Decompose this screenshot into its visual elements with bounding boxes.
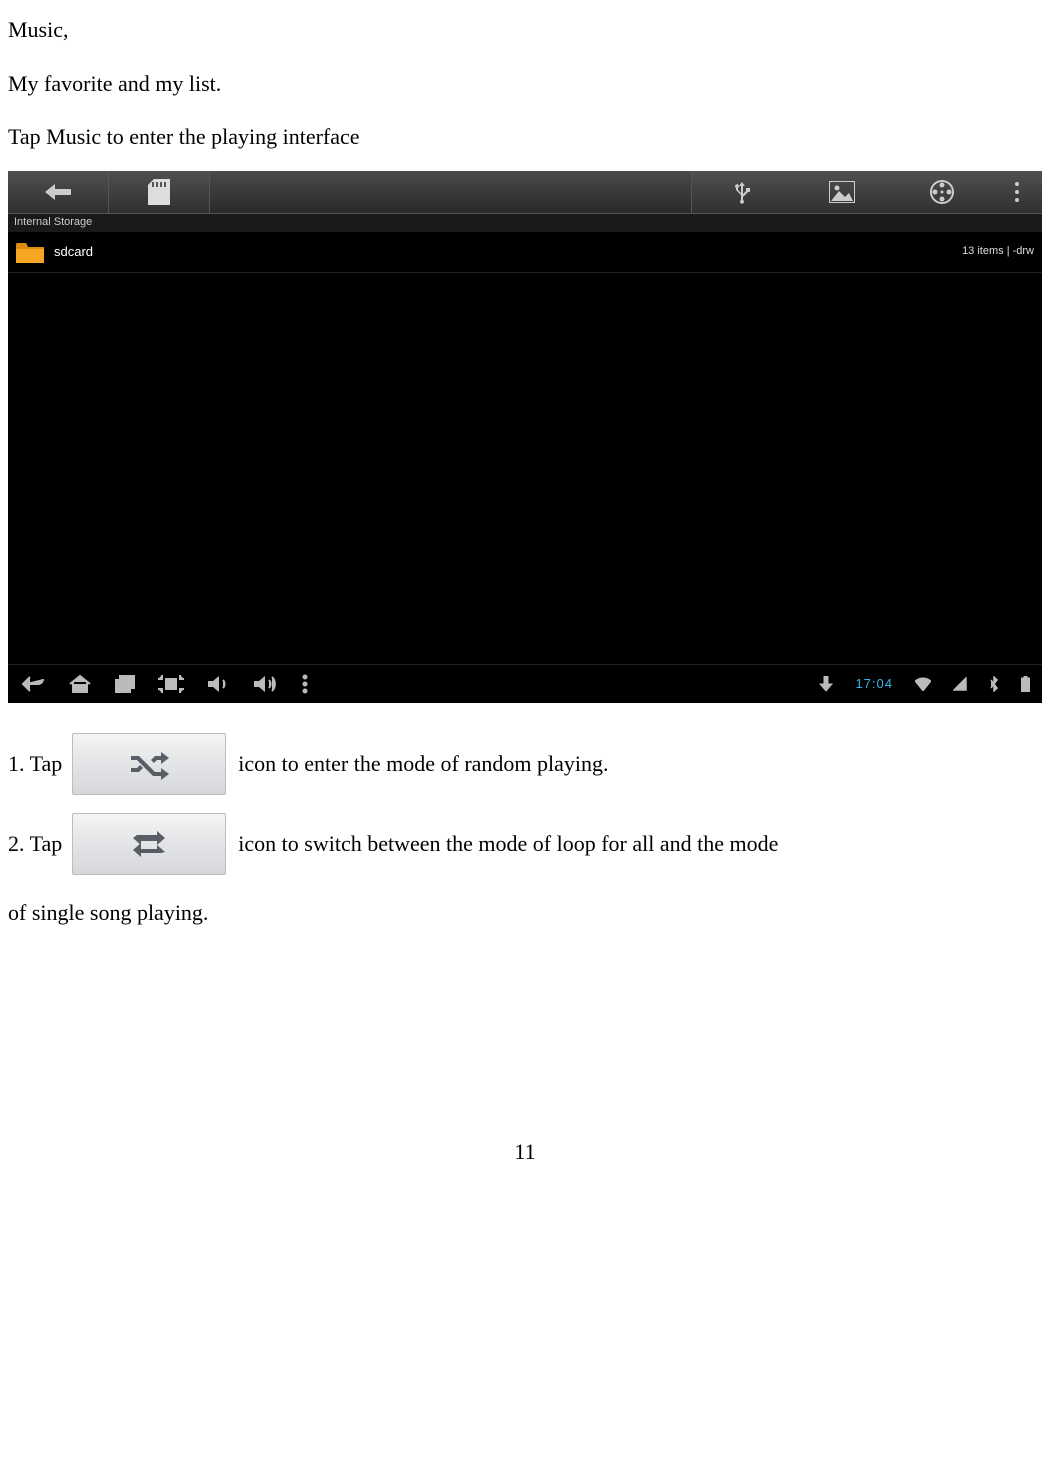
- folder-row[interactable]: sdcard 13 items | -drw: [8, 232, 1042, 273]
- nav-vol-down-icon[interactable]: [206, 674, 230, 694]
- inst1-suffix: icon to enter the mode of random playing…: [238, 744, 608, 784]
- usb-button[interactable]: [691, 171, 792, 213]
- text-line-tap-music: Tap Music to enter the playing interface: [8, 117, 1042, 157]
- status-bluetooth-icon: [989, 676, 999, 692]
- status-battery-icon: [1021, 676, 1030, 692]
- location-text: Internal Storage: [14, 213, 92, 233]
- menu-dots-icon: [1014, 181, 1020, 203]
- loop-icon: [127, 826, 171, 862]
- inst2-prefix: 2. Tap: [8, 824, 62, 864]
- folder-meta: 13 items | -drw: [962, 242, 1034, 262]
- empty-area: [8, 273, 1042, 664]
- instruction-1: 1. Tap icon to enter the mode of random …: [8, 733, 1042, 795]
- usb-icon: [730, 180, 754, 204]
- nav-back-icon[interactable]: [20, 674, 46, 694]
- folder-name: sdcard: [54, 240, 93, 263]
- app-toolbar: [8, 171, 1042, 214]
- loop-icon-chip: [72, 813, 226, 875]
- page-number: 11: [8, 1132, 1042, 1172]
- android-screenshot: Internal Storage sdcard 13 items | -drw: [8, 171, 1042, 703]
- nav-recent-icon[interactable]: [114, 674, 136, 694]
- nav-more-icon[interactable]: [302, 674, 308, 694]
- inst1-prefix: 1. Tap: [8, 744, 62, 784]
- location-bar: Internal Storage: [8, 214, 1042, 232]
- inst2-line2: of single song playing.: [8, 893, 1042, 933]
- shuffle-icon: [127, 746, 171, 782]
- inst2-suffix: icon to switch between the mode of loop …: [238, 824, 778, 864]
- film-button[interactable]: [892, 171, 992, 213]
- nav-bar: 17:04: [8, 664, 1042, 703]
- instruction-2: 2. Tap icon to switch between the mode o…: [8, 813, 1042, 875]
- shuffle-icon-chip: [72, 733, 226, 795]
- sd-card-icon: [148, 179, 170, 205]
- back-arrow-icon: [41, 182, 75, 202]
- nav-screenshot-icon[interactable]: [158, 673, 184, 695]
- menu-button[interactable]: [992, 171, 1042, 213]
- back-button[interactable]: [8, 171, 109, 213]
- nav-vol-up-icon[interactable]: [252, 674, 280, 694]
- text-line-favorite: My favorite and my list.: [8, 64, 1042, 104]
- status-clock: 17:04: [855, 672, 893, 695]
- status-wifi-icon: [915, 677, 931, 691]
- status-download-icon: [819, 676, 833, 692]
- sd-card-button[interactable]: [109, 171, 210, 213]
- image-button[interactable]: [792, 171, 892, 213]
- folder-icon: [16, 241, 44, 263]
- film-reel-icon: [929, 179, 955, 205]
- nav-home-icon[interactable]: [68, 674, 92, 694]
- text-line-music: Music,: [8, 10, 1042, 50]
- status-signal-icon: [953, 677, 967, 691]
- image-icon: [829, 181, 855, 203]
